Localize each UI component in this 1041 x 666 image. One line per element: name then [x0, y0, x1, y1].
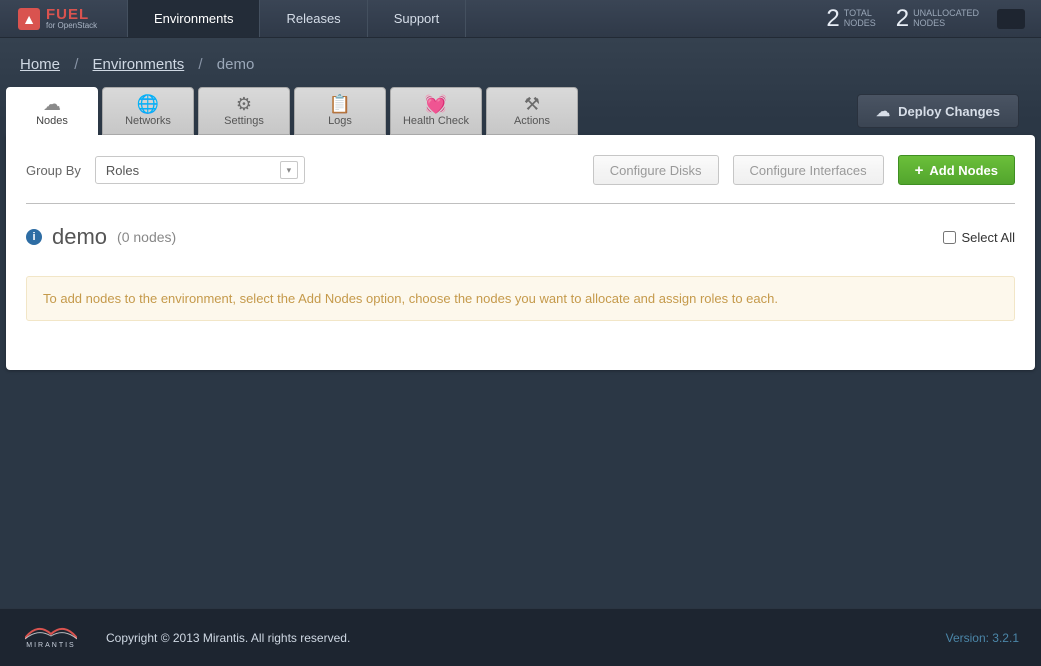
nav-releases[interactable]: Releases: [260, 0, 367, 37]
brand-subtitle: for OpenStack: [46, 22, 97, 30]
tab-nodes[interactable]: ☁ Nodes: [6, 87, 98, 135]
copyright: Copyright © 2013 Mirantis. All rights re…: [106, 631, 350, 645]
divider: [26, 203, 1015, 204]
environment-name: demo: [52, 224, 107, 250]
environment-header: i demo (0 nodes) Select All: [26, 224, 1015, 250]
select-all-label: Select All: [962, 230, 1015, 245]
stat-label: UNALLOCATED: [913, 8, 979, 18]
group-by-label: Group By: [26, 163, 81, 178]
cloud-upload-icon: ☁: [876, 103, 890, 120]
footer: MIRANTIS Copyright © 2013 Mirantis. All …: [0, 608, 1041, 666]
nav-support[interactable]: Support: [368, 0, 467, 37]
heartbeat-icon: 💓: [425, 95, 447, 113]
add-nodes-button[interactable]: + Add Nodes: [898, 155, 1015, 185]
group-by-select[interactable]: Roles ▾: [95, 156, 305, 184]
chevron-down-icon: ▾: [280, 161, 298, 179]
breadcrumb-current: demo: [217, 56, 255, 73]
tab-label: Networks: [125, 115, 171, 127]
info-icon[interactable]: i: [26, 229, 42, 245]
cloud-icon: ☁: [43, 95, 61, 113]
brand-logo[interactable]: ▲ FUEL for OpenStack: [0, 0, 128, 37]
button-label: Configure Disks: [610, 163, 702, 178]
version-label: Version: 3.2.1: [946, 631, 1019, 645]
tab-settings[interactable]: ⚙ Settings: [198, 87, 290, 135]
stat-value: 2: [826, 5, 839, 33]
breadcrumb-environments[interactable]: Environments: [93, 56, 185, 73]
tab-label: Health Check: [403, 115, 469, 127]
tab-health-check[interactable]: 💓 Health Check: [390, 87, 482, 135]
breadcrumb: Home / Environments / demo: [0, 38, 1041, 87]
environment-node-count: (0 nodes): [117, 229, 176, 245]
tab-label: Nodes: [36, 115, 68, 127]
brand-name: FUEL: [46, 7, 97, 22]
mirantis-text: MIRANTIS: [26, 642, 75, 649]
empty-state-hint: To add nodes to the environment, select …: [26, 276, 1015, 321]
stat-value: 2: [896, 5, 909, 33]
select-all-input[interactable]: [943, 231, 956, 244]
main-panel: Group By Roles ▾ Configure Disks Configu…: [6, 135, 1035, 370]
globe-icon: 🌐: [137, 95, 159, 113]
stat-label: NODES: [913, 18, 945, 28]
deploy-label: Deploy Changes: [898, 104, 1000, 119]
button-label: Configure Interfaces: [750, 163, 867, 178]
tab-logs[interactable]: 📋 Logs: [294, 87, 386, 135]
group-by-value: Roles: [106, 163, 139, 178]
nav-label: Releases: [286, 11, 340, 26]
breadcrumb-home[interactable]: Home: [20, 56, 60, 73]
gear-icon: ⚙: [236, 95, 252, 113]
stat-unallocated-nodes: 2 UNALLOCATEDNODES: [886, 0, 989, 37]
nav-environments[interactable]: Environments: [128, 0, 260, 37]
fuel-icon: ▲: [18, 8, 40, 30]
notifications-icon[interactable]: [997, 9, 1025, 29]
select-all-checkbox[interactable]: Select All: [943, 230, 1015, 245]
stat-label: NODES: [844, 18, 876, 28]
configure-disks-button[interactable]: Configure Disks: [593, 155, 719, 185]
tab-label: Actions: [514, 115, 550, 127]
cogs-icon: ⚒: [524, 95, 540, 113]
tab-networks[interactable]: 🌐 Networks: [102, 87, 194, 135]
nav-label: Environments: [154, 11, 233, 26]
topbar: ▲ FUEL for OpenStack Environments Releas…: [0, 0, 1041, 38]
clipboard-icon: 📋: [329, 95, 351, 113]
mirantis-logo: MIRANTIS: [22, 624, 80, 652]
button-label: Add Nodes: [929, 163, 998, 178]
tab-label: Settings: [224, 115, 264, 127]
tab-actions[interactable]: ⚒ Actions: [486, 87, 578, 135]
stat-total-nodes: 2 TOTALNODES: [816, 0, 885, 37]
tab-label: Logs: [328, 115, 352, 127]
configure-interfaces-button[interactable]: Configure Interfaces: [733, 155, 884, 185]
nav-label: Support: [394, 11, 440, 26]
controls-row: Group By Roles ▾ Configure Disks Configu…: [26, 155, 1015, 185]
tabs-row: ☁ Nodes 🌐 Networks ⚙ Settings 📋 Logs 💓 H…: [0, 87, 1041, 135]
plus-icon: +: [915, 162, 924, 179]
stat-label: TOTAL: [844, 8, 872, 18]
deploy-changes-button[interactable]: ☁ Deploy Changes: [857, 94, 1019, 128]
